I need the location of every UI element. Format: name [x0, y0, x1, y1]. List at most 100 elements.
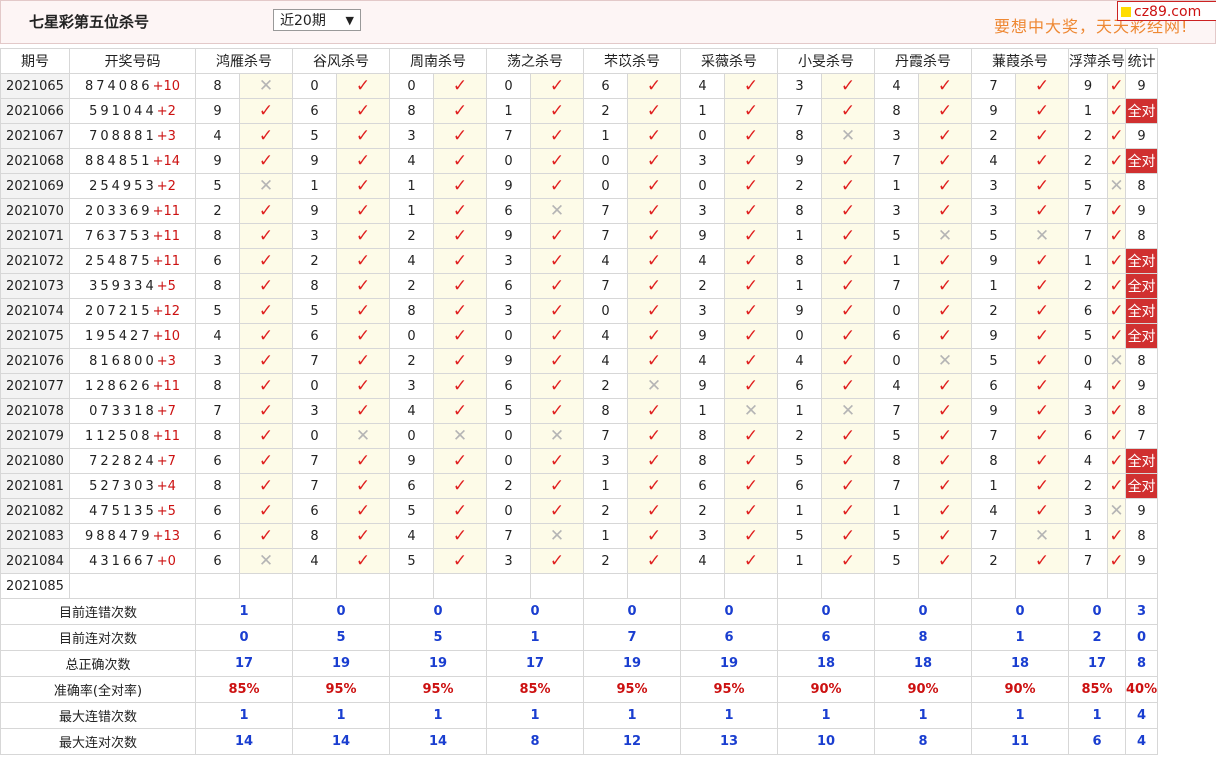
- result-mark-cell: ✓: [724, 298, 778, 324]
- result-mark-cell: ✓: [1107, 398, 1126, 424]
- result-mark-cell: ✓: [724, 498, 778, 524]
- column-header-expert[interactable]: 芣苡杀号: [583, 48, 681, 74]
- column-header-expert[interactable]: 周南杀号: [389, 48, 487, 74]
- result-mark-cell: ✓: [724, 198, 778, 224]
- summary-stat: 3: [1124, 598, 1159, 625]
- result-mark-cell: ✓: [1015, 198, 1069, 224]
- cross-icon: ✕: [840, 126, 856, 146]
- kill-number-cell: 4: [195, 323, 240, 349]
- check-icon: ✓: [840, 76, 856, 96]
- draw-digits: 988479: [84, 528, 153, 544]
- result-mark-cell: ✓: [239, 248, 293, 274]
- result-mark-cell: ✕: [1107, 498, 1126, 524]
- kill-number-cell: 0: [874, 298, 919, 324]
- kill-number-cell: 7: [292, 348, 337, 374]
- summary-value: 13: [680, 728, 778, 755]
- period-range-select[interactable]: 近20期 ▼: [273, 9, 361, 31]
- table-row: 2021078 073318+7 7 ✓ 3 ✓ 4 ✓ 5 ✓ 8 ✓ 1 ✕ 1 ✕ 7 ✓ 9 ✓ 3 ✓ 8: [0, 398, 1159, 424]
- stat-cell: 全对: [1124, 323, 1159, 349]
- check-icon: ✓: [549, 351, 565, 371]
- check-icon: ✓: [937, 76, 953, 96]
- stat-cell: 全对: [1124, 473, 1159, 499]
- draw-sum: +2: [156, 103, 176, 119]
- period-cell: 2021077: [0, 373, 70, 399]
- check-icon: ✓: [743, 76, 759, 96]
- summary-row: 目前连对次数 0 5 5 1 7 6 6 8 1 2 0: [0, 624, 1159, 651]
- check-icon: ✓: [743, 426, 759, 446]
- column-header-expert[interactable]: 蒹葭杀号: [971, 48, 1069, 74]
- summary-value: 0: [583, 598, 681, 625]
- kill-number-cell: 8: [777, 123, 822, 149]
- check-icon: ✓: [646, 326, 662, 346]
- result-mark-cell: ✓: [724, 323, 778, 349]
- period-cell: 2021073: [0, 273, 70, 299]
- kill-number-cell: 6: [389, 473, 434, 499]
- check-icon: ✓: [937, 176, 953, 196]
- kill-number-cell: 3: [971, 198, 1016, 224]
- result-mark-cell: ✓: [530, 273, 584, 299]
- column-header-period: 期号: [0, 48, 70, 74]
- check-icon: ✓: [452, 501, 468, 521]
- summary-label: 准确率(全对率): [0, 676, 196, 703]
- result-mark-cell: ✓: [433, 248, 487, 274]
- check-icon: ✓: [937, 301, 953, 321]
- check-icon: ✓: [452, 301, 468, 321]
- stat-cell: 8: [1124, 173, 1159, 199]
- check-icon: ✓: [937, 151, 953, 171]
- check-icon: ✓: [452, 101, 468, 121]
- cross-icon: ✕: [1034, 226, 1050, 246]
- table-row: 2021083 988479+13 6 ✓ 8 ✓ 4 ✓ 7 ✕ 1 ✓ 3 ✓ 5 ✓ 5 ✓ 7 ✕ 1 ✓ 8: [0, 523, 1159, 549]
- kill-number-cell: 2: [680, 273, 725, 299]
- column-header-expert[interactable]: 谷风杀号: [292, 48, 390, 74]
- result-mark-cell: ✓: [530, 473, 584, 499]
- result-mark-cell: ✓: [918, 148, 972, 174]
- check-icon: ✓: [1034, 151, 1050, 171]
- current-kill-number: 2: [389, 573, 434, 599]
- column-header-expert[interactable]: 荡之杀号: [486, 48, 584, 74]
- page-header: 七星彩第五位杀号 近20期 ▼ 要想中大奖，天天彩经网! cz89.com: [0, 0, 1216, 44]
- kill-number-cell: 1: [777, 273, 822, 299]
- current-stat-blank: [1124, 573, 1159, 599]
- kill-number-cell: 1: [971, 273, 1016, 299]
- summary-value: 1: [389, 702, 487, 729]
- result-mark-cell: ✓: [627, 498, 681, 524]
- column-header-expert[interactable]: 小旻杀号: [777, 48, 875, 74]
- result-mark-cell: ✓: [433, 73, 487, 99]
- column-header-expert[interactable]: 浮萍杀号: [1068, 48, 1126, 74]
- period-cell: 2021084: [0, 548, 70, 574]
- result-mark-cell: ✓: [627, 298, 681, 324]
- result-mark-cell: ✓: [724, 348, 778, 374]
- result-mark-cell: ✓: [918, 498, 972, 524]
- kill-number-cell: 7: [195, 398, 240, 424]
- result-mark-cell: ✓: [724, 223, 778, 249]
- column-header-expert[interactable]: 鸿雁杀号: [195, 48, 293, 74]
- kill-number-cell: 7: [486, 523, 531, 549]
- period-cell: 2021071: [0, 223, 70, 249]
- summary-value: 18: [777, 650, 875, 677]
- result-mark-cell: ✓: [530, 98, 584, 124]
- kill-number-cell: 1: [680, 398, 725, 424]
- result-mark-cell: ✓: [918, 73, 972, 99]
- site-logo[interactable]: cz89.com: [1117, 1, 1216, 21]
- draw-sum: +11: [152, 203, 181, 219]
- check-icon: ✓: [840, 226, 856, 246]
- result-mark-cell: ✓: [530, 73, 584, 99]
- check-icon: ✓: [258, 201, 274, 221]
- current-kill-blank: [1015, 573, 1069, 599]
- check-icon: ✓: [258, 101, 274, 121]
- result-mark-cell: ✓: [1015, 323, 1069, 349]
- table-row: 2021072 254875+11 6 ✓ 2 ✓ 4 ✓ 3 ✓ 4 ✓ 4 ✓ 8 ✓ 1 ✓ 9 ✓ 1 ✓ 全对: [0, 248, 1159, 274]
- check-icon: ✓: [743, 176, 759, 196]
- column-header-expert[interactable]: 丹霞杀号: [874, 48, 972, 74]
- check-icon: ✓: [1034, 251, 1050, 271]
- summary-stat: 8: [1124, 650, 1159, 677]
- result-mark-cell: ✓: [1107, 148, 1126, 174]
- kill-number-cell: 9: [777, 148, 822, 174]
- result-mark-cell: ✕: [1107, 348, 1126, 374]
- column-header-expert[interactable]: 采薇杀号: [680, 48, 778, 74]
- result-mark-cell: ✓: [336, 398, 390, 424]
- check-icon: ✓: [1034, 76, 1050, 96]
- summary-value: 5: [292, 624, 390, 651]
- draw-number-cell: 207215+12: [69, 298, 196, 324]
- check-icon: ✓: [840, 151, 856, 171]
